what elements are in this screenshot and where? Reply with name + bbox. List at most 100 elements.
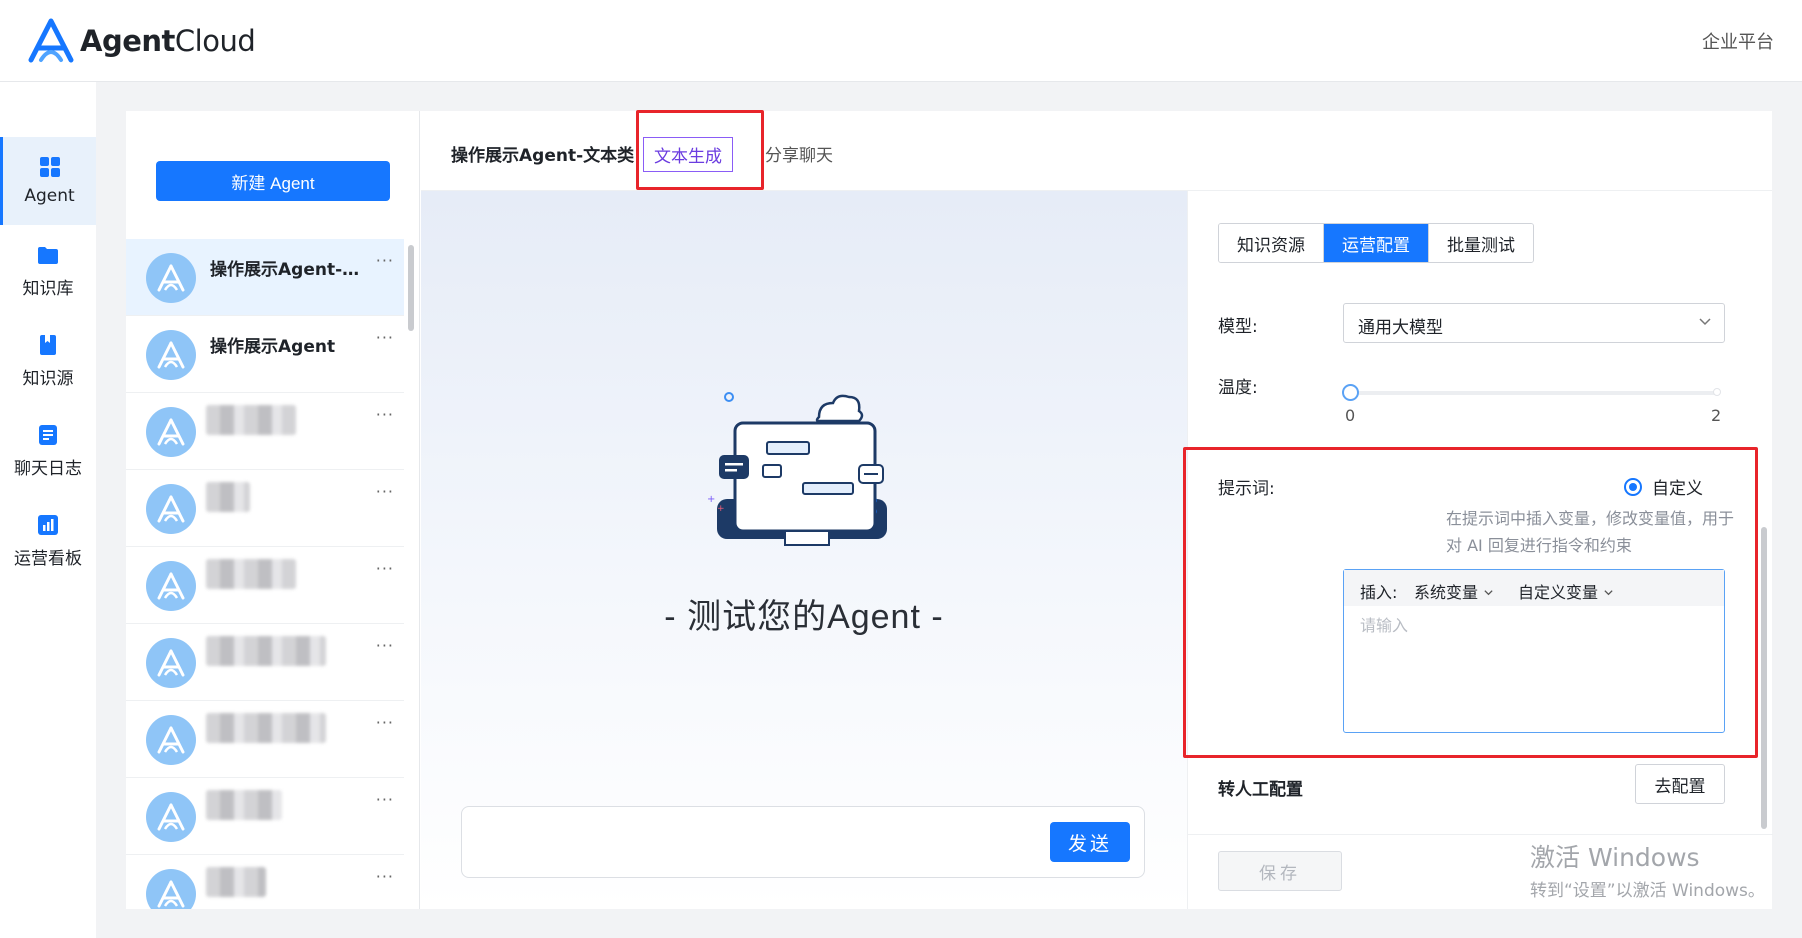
agent-avatar (146, 561, 196, 611)
top-bar: AgentCloud 企业平台 (0, 0, 1802, 82)
config-segmented-tabs: 知识资源 运营配置 批量测试 (1218, 223, 1534, 263)
nav-item-knowledge-source[interactable]: 知识源 (0, 317, 96, 405)
system-variable-label: 系统变量 (1414, 583, 1479, 602)
custom-variable-label: 自定义变量 (1518, 583, 1599, 602)
agent-name: 操作展示Agent (210, 337, 336, 357)
agent-list-item[interactable]: ··· (126, 393, 404, 470)
new-agent-button[interactable]: 新建 Agent (156, 161, 390, 201)
chevron-down-icon (1484, 590, 1493, 596)
agent-logo-icon (157, 726, 185, 754)
more-icon[interactable]: ··· (376, 867, 394, 886)
tab-knowledge-resource[interactable]: 知识资源 (1219, 224, 1324, 262)
agent-avatar (146, 253, 196, 303)
model-select-value: 通用大模型 (1358, 318, 1443, 338)
go-configure-button[interactable]: 去配置 (1635, 764, 1725, 804)
nav-label-chat-log: 聊天日志 (14, 458, 82, 479)
chat-input-container: 发送 (461, 806, 1145, 878)
enterprise-platform-link[interactable]: 企业平台 (1702, 28, 1774, 54)
more-icon[interactable]: ··· (376, 328, 394, 347)
blurred-agent-name (206, 713, 326, 743)
agent-list-item[interactable]: ··· (126, 778, 404, 855)
test-agent-heading: - 测试您的Agent - (664, 598, 944, 636)
agent-avatar (146, 869, 196, 909)
chat-test-area: + + - 测试您的Agent - 发送 (421, 191, 1187, 909)
agent-title: 操作展示Agent-文本类 (451, 146, 635, 166)
agent-list-item[interactable]: 操作展示Agent-文本类 ··· (126, 239, 404, 316)
watermark-line1: 激活 Windows (1530, 843, 1700, 872)
more-icon[interactable]: ··· (376, 559, 394, 578)
agent-logo-icon (157, 495, 185, 523)
agentcloud-logo-icon (28, 18, 74, 63)
more-icon[interactable]: ··· (376, 482, 394, 501)
agent-list-scrollbar[interactable] (408, 245, 414, 331)
temperature-max-label: 2 (1711, 406, 1722, 425)
agent-logo-icon (157, 341, 185, 369)
more-icon[interactable]: ··· (376, 251, 394, 270)
more-icon[interactable]: ··· (376, 636, 394, 655)
agent-list-item[interactable]: ··· (126, 855, 404, 909)
nav-item-dashboard[interactable]: 运营看板 (0, 497, 96, 585)
save-button[interactable]: 保存 (1218, 851, 1342, 891)
folder-icon (38, 246, 58, 264)
blurred-agent-name (206, 482, 250, 512)
nav-item-agent[interactable]: Agent (0, 137, 96, 225)
agent-avatar (146, 715, 196, 765)
blurred-agent-name (206, 405, 296, 435)
nav-label-dashboard: 运营看板 (14, 548, 82, 569)
insert-label: 插入: (1360, 583, 1398, 602)
agent-list-item[interactable]: ··· (126, 624, 404, 701)
nav-item-knowledge-base[interactable]: 知识库 (0, 227, 96, 315)
agent-logo-icon (157, 649, 185, 677)
agent-name: 操作展示Agent-文本类 (210, 260, 372, 280)
agent-logo-icon (157, 880, 185, 908)
nav-item-chat-log[interactable]: 聊天日志 (0, 407, 96, 495)
agent-avatar (146, 484, 196, 534)
send-button[interactable]: 发送 (1050, 822, 1130, 862)
transfer-to-human-label: 转人工配置 (1218, 780, 1303, 800)
model-label: 模型: (1218, 317, 1258, 337)
radio-checked-icon (1624, 477, 1642, 496)
chat-input[interactable] (478, 825, 1038, 861)
system-variable-dropdown[interactable]: 系统变量 (1414, 579, 1494, 603)
tab-text-generation[interactable]: 文本生成 (643, 137, 733, 172)
agent-logo-icon (157, 803, 185, 831)
prompt-mode-radio[interactable]: 自定义 (1624, 474, 1703, 499)
logo[interactable]: AgentCloud (26, 18, 256, 64)
agent-list-item[interactable]: ··· (126, 547, 404, 624)
agent-list-item[interactable]: ··· (126, 701, 404, 778)
tab-batch-test[interactable]: 批量测试 (1429, 224, 1533, 262)
more-icon[interactable]: ··· (376, 713, 394, 732)
tab-share-chat[interactable]: 分享聊天 (765, 141, 833, 166)
grid-icon (39, 157, 60, 177)
agent-list-item[interactable]: 操作展示Agent ··· (126, 316, 404, 393)
blurred-agent-name (206, 790, 282, 820)
temperature-slider-track[interactable] (1350, 391, 1720, 395)
temperature-slider-handle[interactable] (1342, 384, 1359, 401)
temperature-label: 温度: (1218, 378, 1258, 398)
agent-tab-bar: 操作展示Agent-文本类 文本生成 分享聊天 (421, 111, 1772, 191)
tab-operation-config[interactable]: 运营配置 (1324, 224, 1429, 262)
config-scrollbar[interactable] (1761, 527, 1767, 829)
custom-variable-dropdown[interactable]: 自定义变量 (1518, 579, 1614, 603)
chevron-down-icon (1604, 590, 1613, 596)
model-select[interactable]: 通用大模型 (1343, 303, 1725, 343)
chevron-down-icon (1699, 318, 1711, 326)
temperature-slider-end (1713, 388, 1721, 396)
prompt-editor: 插入: 系统变量 自定义变量 (1343, 569, 1725, 733)
logo-text: AgentCloud (80, 24, 256, 58)
agent-avatar (146, 330, 196, 380)
agent-list-panel: 新建 Agent 操作展示Agent-文本类 ··· 操作展示Agent ···… (126, 111, 420, 909)
agent-list: 操作展示Agent-文本类 ··· 操作展示Agent ··· ··· ··· … (126, 239, 404, 909)
agent-avatar (146, 638, 196, 688)
agent-list-item[interactable]: ··· (126, 470, 404, 547)
svg-text:+: + (717, 504, 725, 514)
more-icon[interactable]: ··· (376, 790, 394, 809)
left-navigation: Agent 知识库 知识源 聊天日志 运营看板 (0, 82, 96, 938)
agent-avatar (146, 407, 196, 457)
prompt-textarea[interactable] (1360, 612, 1710, 722)
nav-label-knowledge-base: 知识库 (22, 278, 74, 299)
more-icon[interactable]: ··· (376, 405, 394, 424)
svg-text:+: + (707, 494, 715, 505)
prompt-hint: 在提示词中插入变量，修改变量值，用于对 AI 回复进行指令和约束 (1446, 509, 1735, 555)
temperature-min-label: 0 (1345, 406, 1356, 425)
